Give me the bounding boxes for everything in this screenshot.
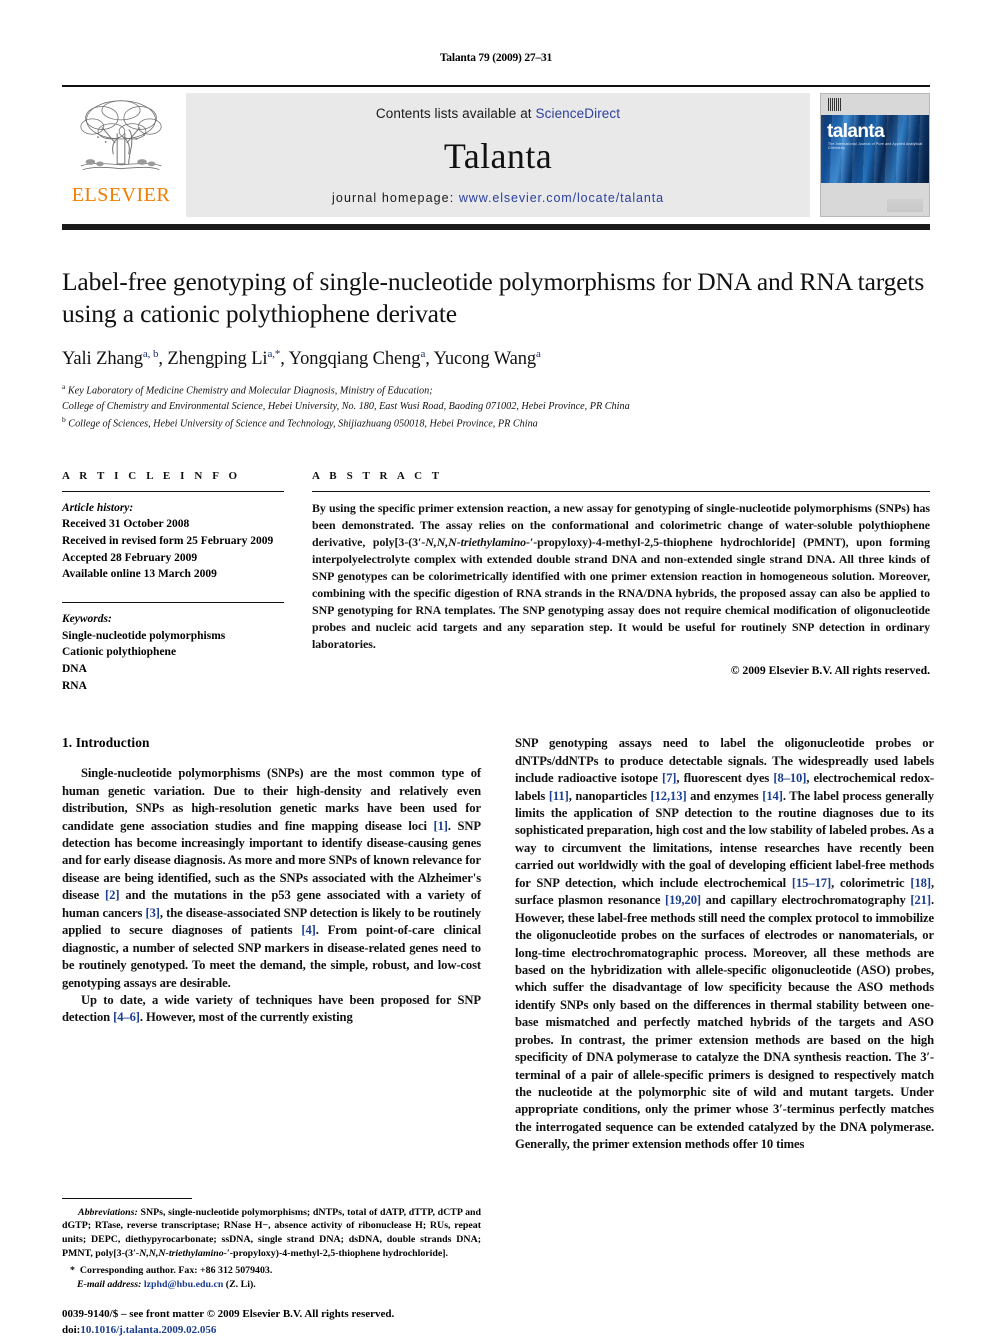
- citation-reference[interactable]: [14]: [762, 789, 783, 803]
- affiliation-a-line2: College of Chemistry and Environmental S…: [62, 399, 930, 414]
- history-item: Accepted 28 February 2009: [62, 551, 198, 564]
- contents-list-line: Contents lists available at ScienceDirec…: [376, 106, 620, 121]
- journal-cover-thumbnail[interactable]: talanta The International Journal of Pur…: [820, 93, 930, 217]
- masthead-center: Contents lists available at ScienceDirec…: [186, 93, 810, 217]
- journal-masthead: ELSEVIER Contents lists available at Sci…: [62, 85, 930, 230]
- cover-top-band: [821, 94, 929, 115]
- citation-reference[interactable]: [8–10]: [773, 771, 806, 785]
- affiliation-b: b College of Sciences, Hebei University …: [62, 414, 930, 432]
- citation-reference[interactable]: [12,13]: [651, 789, 687, 803]
- citation-reference[interactable]: [3]: [146, 906, 160, 920]
- email-label: E-mail address:: [76, 1278, 142, 1290]
- page-title: Label-free genotyping of single-nucleoti…: [62, 267, 925, 329]
- article-history-label: Article history:: [62, 501, 134, 514]
- article-info-column: A R T I C L E I N F O Article history: R…: [62, 470, 312, 695]
- affiliation-list: a Key Laboratory of Medicine Chemistry a…: [62, 381, 930, 432]
- abstract-heading: A B S T R A C T: [312, 469, 443, 482]
- doi-label: doi:: [62, 1323, 81, 1336]
- affiliation-b-text: College of Sciences, Hebei University of…: [68, 418, 538, 430]
- cover-bottom-band: [821, 183, 929, 216]
- keywords-list: Single-nucleotide polymorphisms Cationic…: [62, 628, 284, 695]
- elsevier-wordmark: ELSEVIER: [71, 184, 171, 206]
- citation-reference[interactable]: [18]: [910, 876, 931, 890]
- citation-reference[interactable]: [2]: [105, 888, 119, 902]
- citation-reference[interactable]: [15–17]: [792, 876, 831, 890]
- citation-reference[interactable]: [19,20]: [665, 893, 701, 907]
- corresponding-marker: *: [70, 1265, 75, 1277]
- citation-reference[interactable]: [21]: [910, 893, 931, 907]
- article-page: Talanta 79 (2009) 27–31 ELSEVIER Content…: [0, 0, 992, 1336]
- abstract-rule: [312, 490, 930, 492]
- footnote-rule: [62, 1197, 192, 1199]
- left-column-content: 1. Introduction Single-nucleotide polymo…: [62, 735, 482, 1336]
- history-item: Received 31 October 2008: [62, 518, 190, 531]
- history-item: Received in revised form 25 February 200…: [62, 534, 274, 547]
- affiliation-mark-b: b: [62, 414, 66, 424]
- affiliation-a: a Key Laboratory of Medicine Chemistry a…: [62, 381, 930, 399]
- cover-journal-subtitle: The International Journal of Pure and Ap…: [828, 142, 923, 150]
- citation-reference[interactable]: [4]: [301, 923, 315, 937]
- running-head: Talanta 79 (2009) 27–31: [439, 52, 553, 64]
- keywords-rule: [62, 601, 284, 603]
- abstract-text: By using the specific primer extension r…: [312, 500, 930, 652]
- body-column-right: SNP genotyping assays need to label the …: [515, 735, 934, 1291]
- doi-line: doi:10.1016/j.talanta.2009.02.056: [62, 1323, 522, 1338]
- intro-paragraph-2-continued: SNP genotyping assays need to label the …: [515, 736, 934, 1152]
- corresponding-author-note: * Corresponding author. Fax: +86 312 507…: [70, 1265, 273, 1290]
- issn-line: 0039-9140/$ – see front matter © 2009 El…: [62, 1308, 395, 1321]
- keyword-item: DNA: [62, 662, 87, 675]
- body-columns: 1. Introduction Single-nucleotide polymo…: [62, 735, 934, 1336]
- journal-homepage-link[interactable]: www.elsevier.com/locate/talanta: [459, 191, 664, 205]
- cover-journal-title: talanta: [827, 121, 885, 142]
- abstract-column: A B S T R A C T By using the specific pr…: [312, 470, 930, 695]
- title-block: Label-free genotyping of single-nucleoti…: [62, 266, 930, 432]
- article-history-list: Received 31 October 2008 Received in rev…: [62, 516, 284, 583]
- citation-reference[interactable]: [7]: [662, 771, 676, 785]
- abbreviations-note: Abbreviations: SNPs, single-nucleotide p…: [62, 1206, 481, 1259]
- journal-homepage-line: journal homepage: www.elsevier.com/locat…: [332, 191, 664, 205]
- info-abstract-band: A R T I C L E I N F O Article history: R…: [62, 470, 930, 695]
- elsevier-logo: ELSEVIER: [62, 93, 180, 217]
- cover-publisher-mark: [887, 199, 923, 212]
- keyword-item: RNA: [62, 679, 87, 692]
- history-item: Available online 13 March 2009: [62, 568, 217, 581]
- body-column-left: 1. Introduction Single-nucleotide polymo…: [62, 735, 482, 1336]
- email-link[interactable]: lzphd@hbu.edu.cn: [144, 1279, 223, 1290]
- keyword-item: Single-nucleotide polymorphisms: [62, 629, 226, 642]
- contents-prefix: Contents lists available at: [375, 106, 536, 121]
- abbreviations-label: Abbreviations:: [78, 1206, 138, 1218]
- affiliation-mark-a: a: [62, 381, 66, 391]
- cover-artwork: talanta The International Journal of Pur…: [821, 115, 929, 183]
- author-list: Yali Zhanga, b, Zhengping Lia,*, Yongqia…: [62, 347, 541, 369]
- footnote-block: Abbreviations: SNPs, single-nucleotide p…: [62, 1197, 481, 1291]
- citation-reference[interactable]: [1]: [433, 819, 447, 833]
- sciencedirect-link[interactable]: ScienceDirect: [536, 106, 621, 121]
- intro-paragraph-1: Single-nucleotide polymorphisms (SNPs) a…: [62, 766, 482, 990]
- affiliation-a-text: Key Laboratory of Medicine Chemistry and…: [67, 385, 433, 397]
- article-info-heading: A R T I C L E I N F O: [62, 469, 241, 482]
- copyright-notice: © 2009 Elsevier B.V. All rights reserved…: [730, 664, 930, 678]
- affiliation-a-text2: College of Chemistry and Environmental S…: [62, 400, 630, 412]
- doi-link[interactable]: 10.1016/j.talanta.2009.02.056: [80, 1324, 216, 1336]
- barcode-icon: [828, 98, 842, 111]
- keywords-label: Keywords:: [62, 612, 112, 625]
- citation-reference[interactable]: [11]: [549, 789, 569, 803]
- citation-reference[interactable]: [4–6]: [113, 1010, 140, 1024]
- elsevier-tree-icon: [80, 100, 162, 171]
- keyword-item: Cationic polythiophene: [62, 646, 177, 659]
- intro-paragraph-2: Up to date, a wide variety of techniques…: [62, 992, 481, 1025]
- section-heading-introduction: 1. Introduction: [62, 735, 150, 751]
- article-info-rule: [62, 490, 284, 492]
- homepage-prefix: journal homepage:: [332, 191, 459, 205]
- journal-title: Talanta: [443, 136, 553, 176]
